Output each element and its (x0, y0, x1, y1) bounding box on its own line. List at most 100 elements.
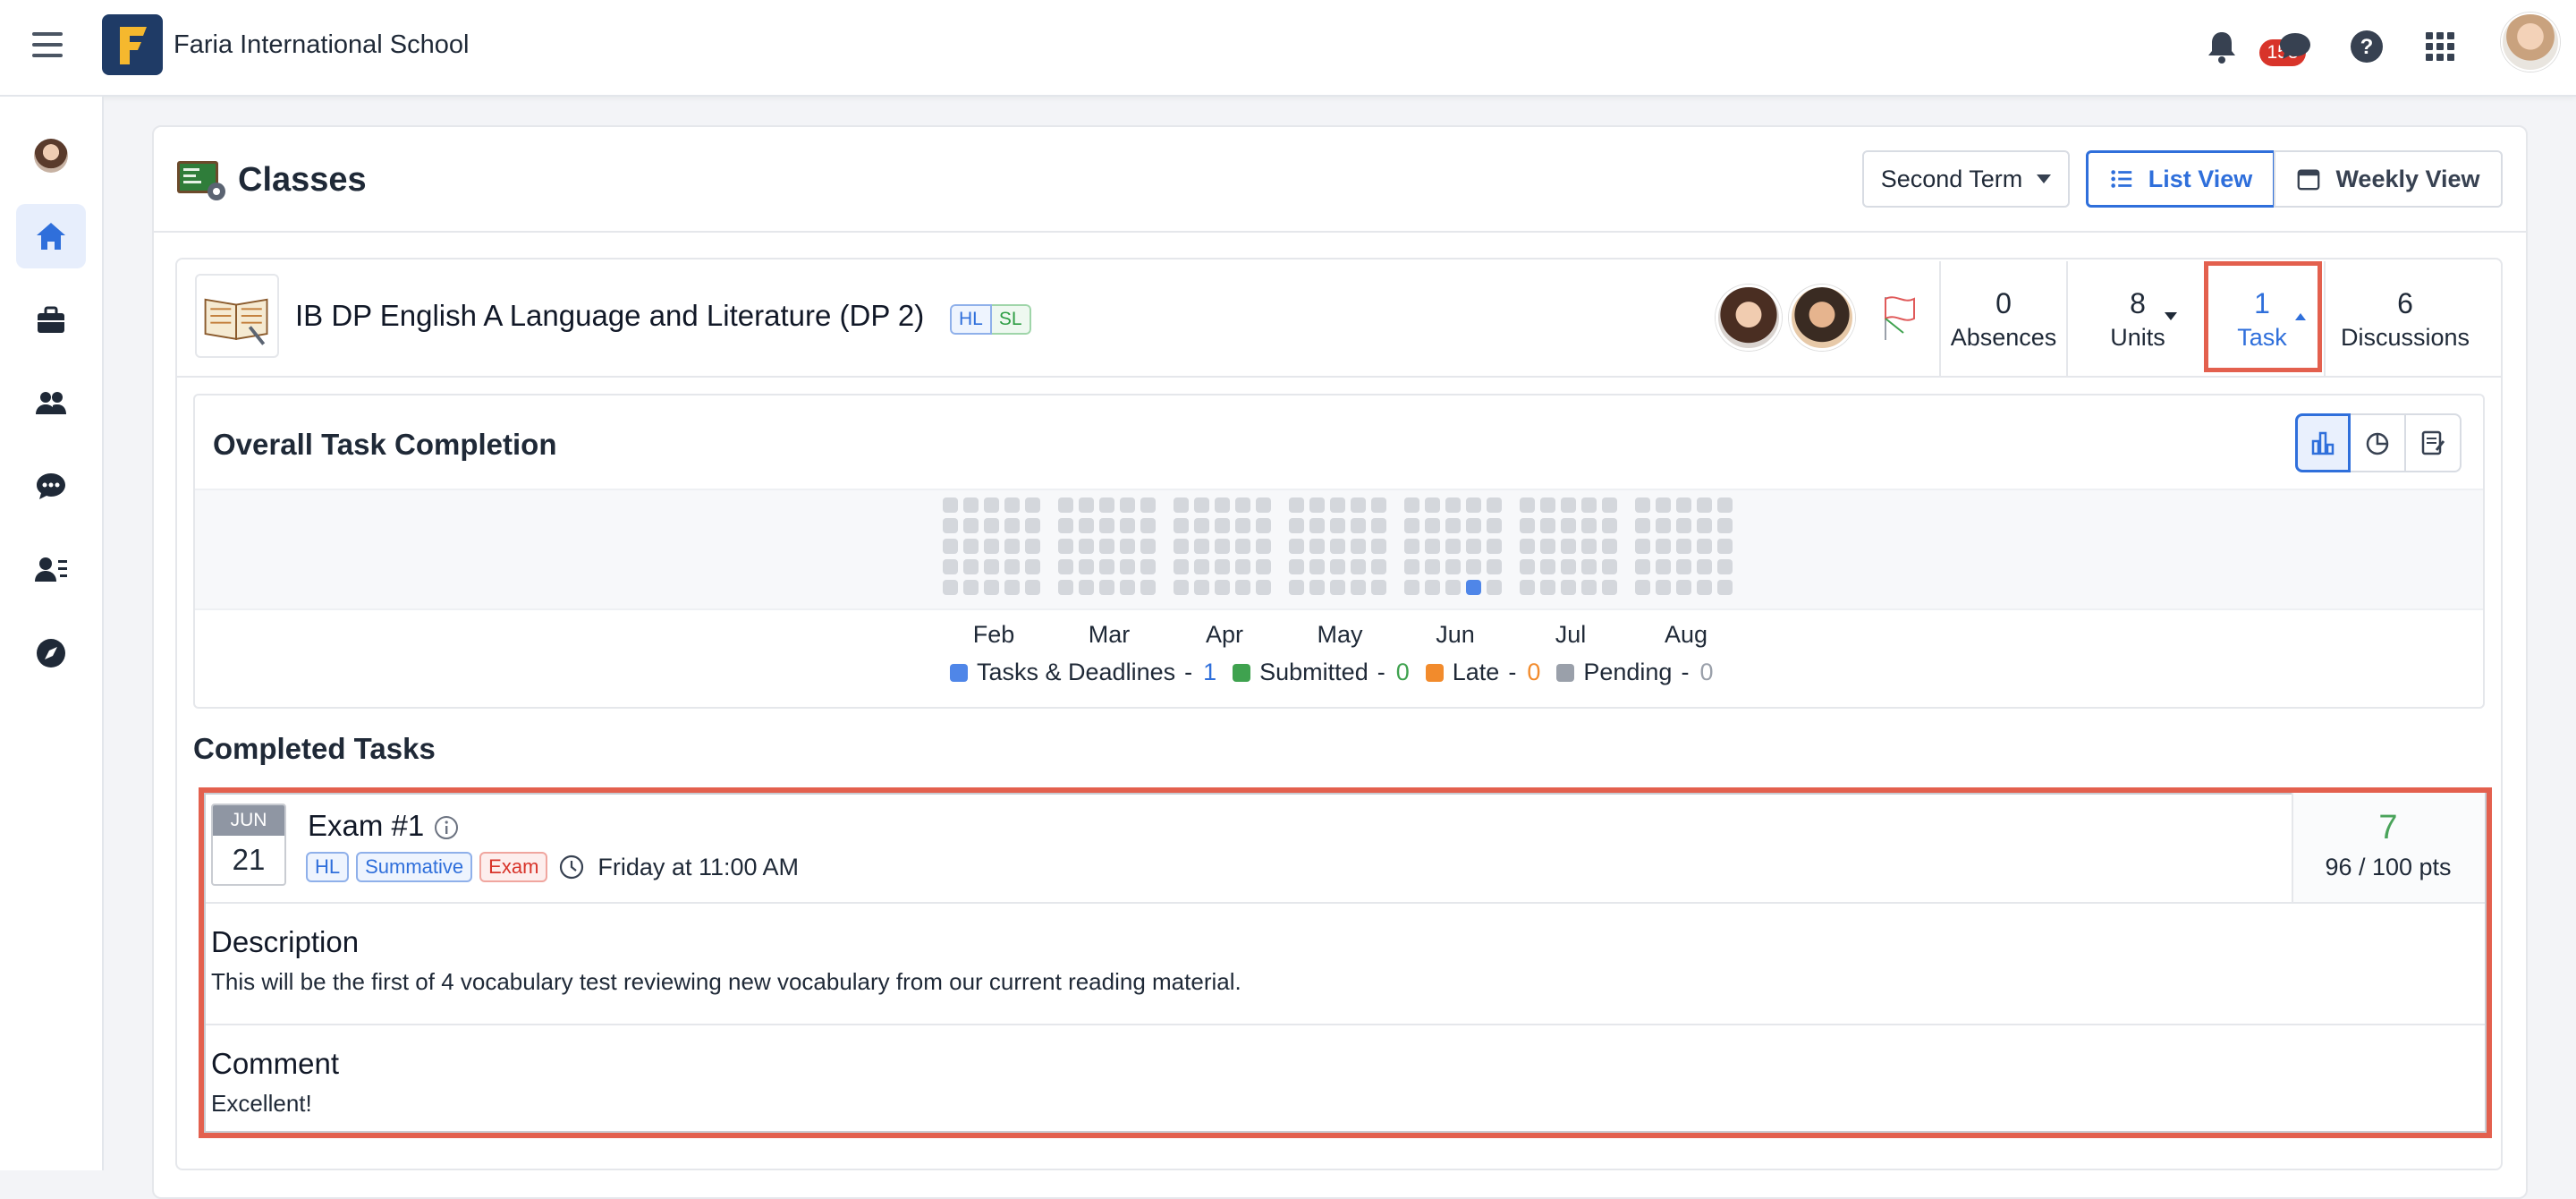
teacher-avatar[interactable] (1716, 285, 1782, 351)
sidebar-item-directory[interactable] (16, 537, 86, 601)
sidebar-item-people[interactable] (16, 370, 86, 435)
teacher-avatar[interactable] (1789, 285, 1855, 351)
weekly-view-button[interactable]: Weekly View (2274, 150, 2503, 208)
day-cell (1120, 580, 1135, 595)
legend-label: Submitted (1259, 659, 1368, 685)
sidebar-item-home[interactable] (16, 204, 86, 268)
day-cell (1079, 518, 1094, 533)
task-highlight-box (2204, 261, 2322, 372)
units-caret-icon (2165, 312, 2177, 320)
day-cell (1425, 539, 1440, 554)
sidebar-item-profile[interactable] (16, 123, 86, 188)
flag-icon[interactable] (1877, 292, 1921, 344)
legend-sep: - (1681, 659, 1690, 685)
menu-icon[interactable] (32, 32, 63, 57)
day-cell (1025, 580, 1040, 595)
day-cell (1215, 497, 1230, 513)
legend-late: Late - 0 (1425, 659, 1541, 686)
day-cell (1371, 518, 1386, 533)
bell-icon[interactable]: 158 (2200, 25, 2306, 68)
level-sl-pill: SL (991, 304, 1031, 335)
day-cell (1561, 518, 1576, 533)
day-cell (1466, 518, 1481, 533)
profile-avatar (34, 139, 68, 173)
day-cell (1025, 518, 1040, 533)
comment-text: Excellent! (211, 1090, 312, 1117)
report-view-button[interactable] (2406, 413, 2462, 472)
day-cell (1676, 559, 1691, 574)
day-cell (1540, 580, 1555, 595)
legend-count: 1 (1203, 659, 1217, 685)
day-cell (1466, 497, 1481, 513)
class-row-divider (177, 376, 2501, 378)
day-cell (1058, 518, 1073, 533)
month-label: Jul (1555, 621, 1587, 648)
discussions-value: 6 (2397, 287, 2413, 319)
day-cell (1058, 580, 1073, 595)
day-cell (1487, 539, 1502, 554)
task-tags: HL Summative Exam Friday at 11:00 AM (306, 852, 799, 882)
day-cell (1309, 497, 1325, 513)
term-select[interactable]: Second Term (1862, 150, 2070, 208)
top-icons: 158 ? (2165, 0, 2576, 97)
day-cell (1520, 539, 1535, 554)
school-logo[interactable] (102, 14, 163, 75)
info-icon[interactable] (433, 814, 460, 841)
day-cell (1466, 580, 1481, 595)
day-cell (1289, 539, 1304, 554)
stat-divider (2324, 261, 2326, 376)
day-cell (1194, 539, 1209, 554)
pie-chart-view-button[interactable] (2351, 413, 2406, 472)
day-cell (943, 497, 958, 513)
day-cell (1004, 559, 1020, 574)
day-cell (1330, 580, 1345, 595)
legend-count: 0 (1527, 659, 1541, 685)
month-label: Feb (972, 621, 1015, 648)
list-view-button[interactable]: List View (2086, 150, 2275, 208)
day-cell (1120, 539, 1135, 554)
absences-stat[interactable]: 0 Absences (1941, 286, 2066, 354)
class-title[interactable]: IB DP English A Language and Literature … (295, 299, 924, 333)
units-stat[interactable]: 8 Units (2066, 286, 2209, 354)
day-cell (1561, 580, 1576, 595)
bar-chart-view-button[interactable] (2295, 413, 2351, 472)
day-cell (1371, 559, 1386, 574)
day-cell (1404, 518, 1419, 533)
day-cell (1351, 580, 1366, 595)
day-cell (1215, 559, 1230, 574)
chat-icon[interactable] (2274, 25, 2317, 68)
task-title[interactable]: Exam #1 (308, 809, 424, 843)
day-cell (1289, 559, 1304, 574)
month-label: Jun (1436, 621, 1475, 648)
day-cell (1215, 518, 1230, 533)
discussions-stat[interactable]: 6 Discussions (2327, 286, 2483, 354)
report-icon (2421, 430, 2445, 455)
absences-label: Absences (1950, 324, 2057, 351)
list-icon (2111, 170, 2131, 188)
sidebar-item-portfolio[interactable] (16, 288, 86, 353)
day-cell (1025, 559, 1040, 574)
day-cell (1487, 497, 1502, 513)
month-label: Mar (1088, 621, 1131, 648)
help-icon[interactable]: ? (2345, 25, 2388, 68)
contacts-list-icon (35, 557, 67, 582)
class-book-icon[interactable] (195, 274, 279, 358)
sidebar-item-messages[interactable] (16, 455, 86, 519)
day-cell (1717, 539, 1733, 554)
day-cell (1445, 559, 1461, 574)
user-avatar[interactable] (2501, 13, 2560, 72)
day-cell (1099, 518, 1114, 533)
sidebar-item-explore[interactable] (16, 621, 86, 685)
day-cell (1079, 580, 1094, 595)
legend-sep: - (1377, 659, 1385, 685)
task-card[interactable] (204, 793, 2487, 1133)
bar-chart-icon (2311, 431, 2334, 455)
day-cell (1371, 539, 1386, 554)
completion-title: Overall Task Completion (213, 428, 557, 461)
apps-grid-icon[interactable] (2419, 25, 2462, 68)
day-cell (1697, 539, 1712, 554)
day-cell (1025, 539, 1040, 554)
day-cell (1602, 497, 1617, 513)
level-hl-pill: HL (950, 304, 992, 335)
day-cell (1004, 580, 1020, 595)
